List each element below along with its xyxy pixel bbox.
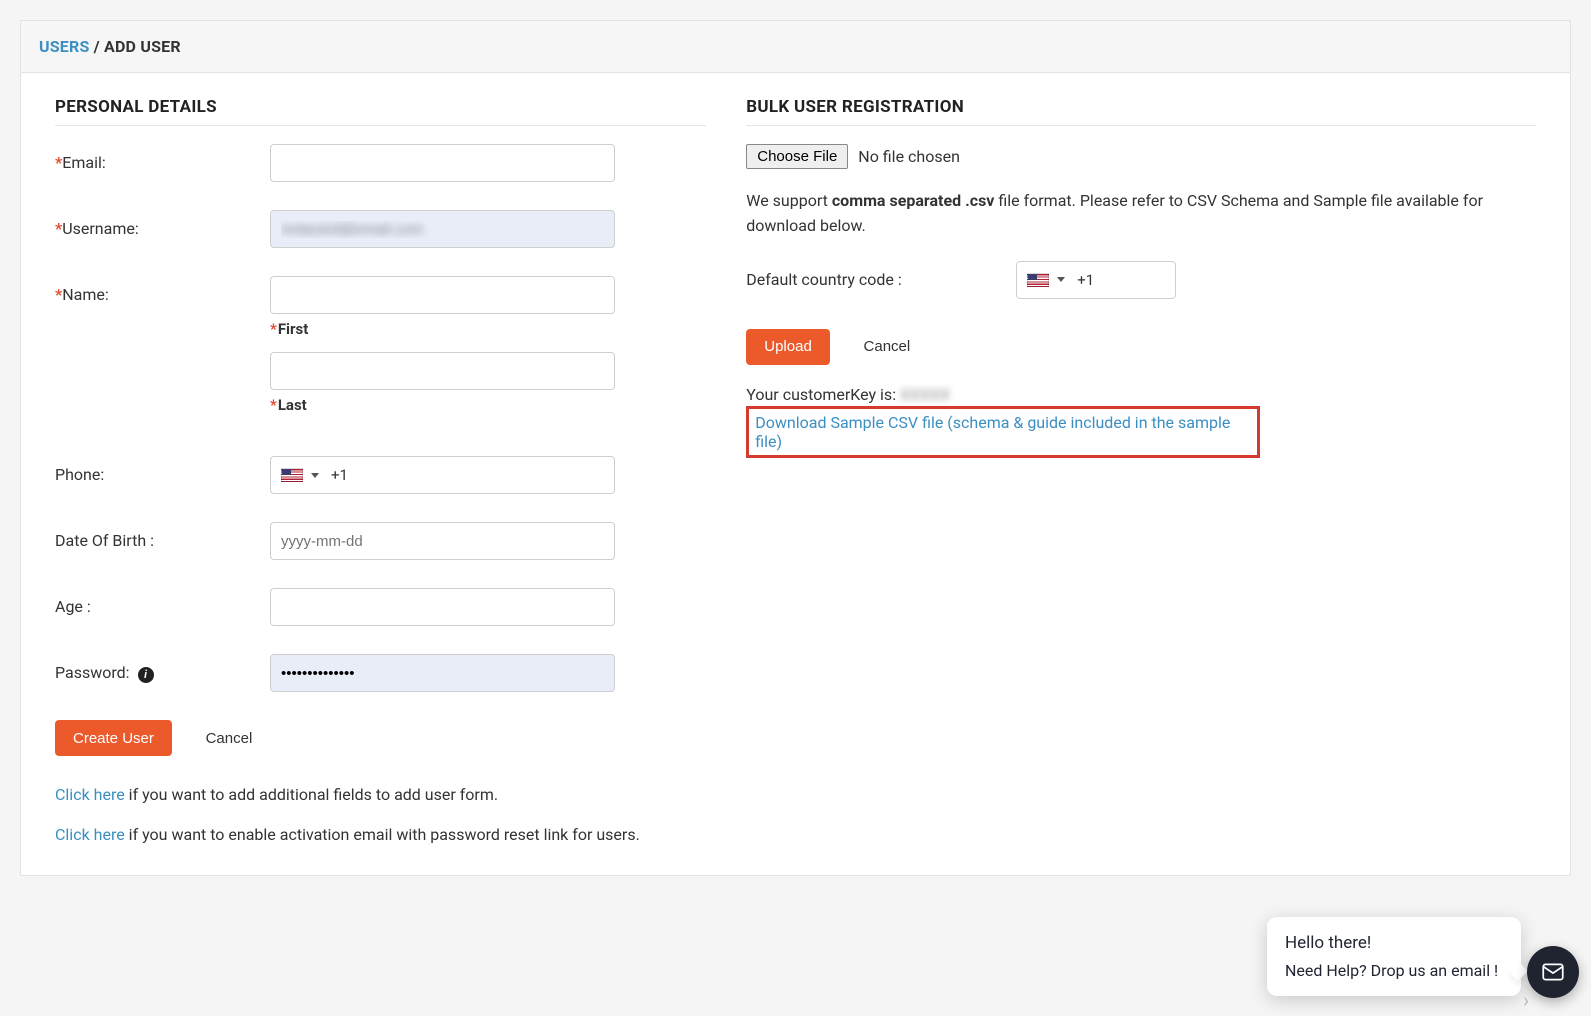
chevron-down-icon	[1057, 277, 1065, 282]
add-fields-link[interactable]: Click here	[55, 785, 125, 804]
info-icon[interactable]: i	[138, 667, 154, 683]
chevron-right-icon: ›	[1523, 988, 1529, 1012]
download-sample-highlight: Download Sample CSV file (schema & guide…	[746, 406, 1260, 458]
breadcrumb-users-link[interactable]: USERS	[39, 37, 90, 56]
chat-line1: Hello there!	[1285, 933, 1503, 953]
create-user-button[interactable]: Create User	[55, 720, 172, 756]
download-sample-csv-link[interactable]: Download Sample CSV file (schema & guide…	[755, 413, 1230, 451]
age-label: Age :	[55, 597, 91, 616]
chat-popover[interactable]: Hello there! Need Help? Drop us an email…	[1267, 917, 1521, 996]
username-label: Username:	[62, 219, 138, 238]
breadcrumb-sep: /	[90, 37, 105, 56]
file-status: No file chosen	[858, 147, 960, 166]
personal-details-title: PERSONAL DETAILS	[55, 97, 706, 117]
mail-icon	[1540, 959, 1566, 985]
customer-key-value: XXXXX	[900, 385, 950, 404]
dob-label: Date Of Birth :	[55, 531, 154, 550]
phone-label: Phone:	[55, 465, 104, 484]
phone-field[interactable]: +1	[270, 456, 615, 494]
default-country-code-label: Default country code :	[746, 270, 1016, 289]
name-label: Name:	[62, 285, 109, 304]
email-field[interactable]	[270, 144, 615, 182]
us-flag-icon	[281, 468, 303, 482]
last-sublabel: Last	[278, 396, 307, 414]
activation-email-link[interactable]: Click here	[55, 825, 125, 844]
cancel-button[interactable]: Cancel	[188, 720, 271, 756]
username-field[interactable]	[270, 210, 615, 248]
divider	[55, 125, 706, 126]
chat-button[interactable]	[1527, 946, 1579, 998]
email-label: Email:	[62, 153, 105, 172]
upload-button[interactable]: Upload	[746, 329, 830, 365]
default-country-code-select[interactable]: +1	[1016, 261, 1176, 299]
choose-file-button[interactable]: Choose File	[746, 144, 848, 169]
us-flag-icon	[1027, 273, 1049, 287]
divider	[746, 125, 1536, 126]
breadcrumb-current: ADD USER	[104, 37, 181, 56]
first-sublabel: First	[278, 320, 308, 338]
password-field[interactable]	[270, 654, 615, 692]
first-name-field[interactable]	[270, 276, 615, 314]
helper-activation-email: Click here if you want to enable activat…	[55, 822, 706, 848]
chat-line2: Need Help? Drop us an email !	[1285, 961, 1503, 980]
phone-dialcode: +1	[331, 466, 348, 484]
helper-add-fields: Click here if you want to add additional…	[55, 782, 706, 808]
dob-field[interactable]	[270, 522, 615, 560]
bulk-registration-title: BULK USER REGISTRATION	[746, 97, 1536, 117]
bulk-cancel-button[interactable]: Cancel	[846, 329, 929, 365]
country-dialcode: +1	[1077, 271, 1094, 289]
support-text: We support comma separated .csv file for…	[746, 189, 1536, 239]
customer-key-label: Your customerKey is:	[746, 385, 900, 404]
age-field[interactable]	[270, 588, 615, 626]
chevron-down-icon	[311, 473, 319, 478]
breadcrumb: USERS / ADD USER	[20, 20, 1571, 72]
password-label: Password:	[55, 663, 130, 682]
last-name-field[interactable]	[270, 352, 615, 390]
